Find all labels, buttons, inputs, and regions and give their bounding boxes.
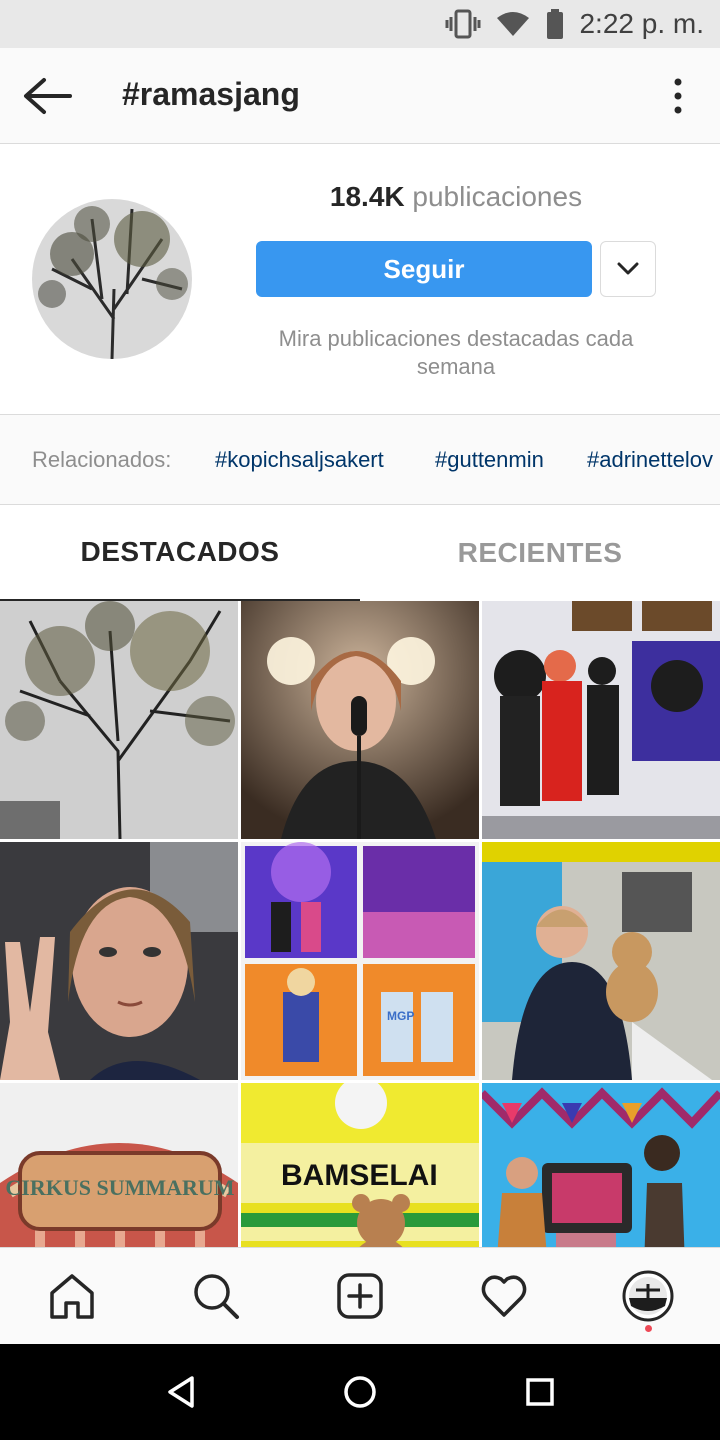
posts-count: 18.4K publicaciones [256,181,656,213]
selfie-peace-sign-photo[interactable] [0,842,238,1080]
vibrate-icon [445,9,481,39]
collage-concert-photo[interactable]: MGP [241,842,479,1080]
related-label: Relacionados: [32,447,172,472]
more-vertical-icon[interactable] [666,76,690,116]
notification-dot [645,1325,652,1332]
hashtag-profile: 18.4K publicaciones Seguir Mira publicac… [0,145,720,415]
status-bar: 2:22 p. m. [0,0,720,48]
collage-text: MGP [387,1009,414,1023]
ambulance-text: BAMSELAI [281,1159,438,1192]
posts-label: publicaciones [412,181,583,212]
hashtag-avatar [32,199,192,359]
top-posts-description: Mira publicaciones destacadas cada seman… [278,326,634,379]
cirkus-summarum-photo[interactable]: CIRKUS SUMMARUM [0,1083,238,1247]
search-icon[interactable] [190,1270,242,1322]
group-art-gallery-photo[interactable] [482,601,720,839]
man-with-teddy-ambulance-photo[interactable] [482,842,720,1080]
arrow-left-icon[interactable] [20,74,76,118]
recents-square-icon[interactable] [520,1372,560,1412]
posts-grid: MGP CIRKUS SUMMARUM BAMSELAI [0,601,720,1247]
status-time: 2:22 p. m. [579,8,704,39]
tab-top[interactable]: DESTACADOS [0,505,360,601]
singer-microphone-photo[interactable] [241,601,479,839]
related-tag[interactable]: #kopichsaljsakert [215,447,384,473]
related-tag[interactable]: #adrinettelov [587,447,713,473]
profile-avatar[interactable] [622,1270,674,1322]
app-header: #ramasjang [0,48,720,144]
tab-recent[interactable]: RECIENTES [360,505,720,601]
battery-icon [547,9,564,39]
bamselance-ambulance-photo[interactable]: BAMSELAI [241,1083,479,1247]
heart-icon[interactable] [478,1270,530,1322]
tv-show-stage-photo[interactable] [482,1083,720,1247]
feed-tabs: DESTACADOS RECIENTES [0,505,720,601]
related-hashtags: Relacionados: #kopichsaljsakert #guttenm… [0,415,720,505]
follow-dropdown-button[interactable] [600,241,656,297]
related-tag[interactable]: #guttenmin [435,447,544,473]
chevron-down-icon [617,262,639,275]
page-title: #ramasjang [122,76,300,112]
android-nav-bar [0,1344,720,1440]
back-triangle-icon[interactable] [162,1372,202,1412]
bottom-navigation [0,1247,720,1344]
cirkus-sign-text: CIRKUS SUMMARUM [5,1175,234,1200]
home-circle-icon[interactable] [340,1372,380,1412]
add-post-icon[interactable] [334,1270,386,1322]
follow-button[interactable]: Seguir [256,241,592,297]
tree-branches-photo[interactable] [0,601,238,839]
wifi-icon [497,12,530,36]
posts-number: 18.4K [329,181,405,212]
home-icon[interactable] [46,1270,98,1322]
